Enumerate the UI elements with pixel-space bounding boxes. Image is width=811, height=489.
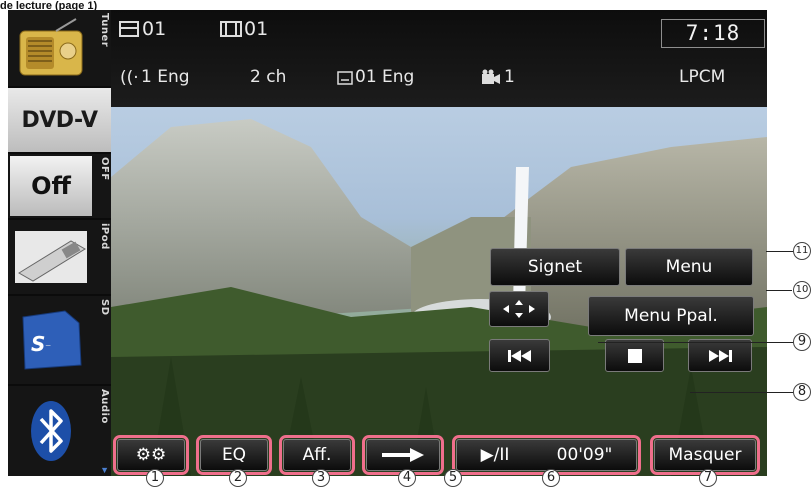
playback-screen: 01 01 7:18 ((· 1 Eng 2 ch 01 Eng 1 LPCM …: [111, 10, 767, 476]
leader-line: [690, 392, 794, 393]
source-label-tuner: Tuner: [99, 13, 110, 48]
title-number: 01: [142, 18, 167, 40]
touch-panel-keys-button[interactable]: [489, 291, 549, 327]
source-dvd[interactable]: DVD-V: [8, 88, 111, 152]
chapter-number: 01: [244, 18, 269, 40]
scroll-down-icon[interactable]: ▼: [100, 465, 109, 475]
hide-button[interactable]: Masquer: [650, 435, 760, 475]
play-pause-button[interactable]: ▶/II 00'09": [452, 435, 641, 475]
previous-button[interactable]: [489, 339, 550, 372]
callout-4: 4: [398, 469, 416, 487]
stop-button[interactable]: [605, 339, 664, 372]
callout-9: 9: [793, 333, 811, 351]
settings-button[interactable]: ⚙⚙: [113, 435, 189, 475]
chapter-icon: [220, 20, 242, 42]
source-label-dvd: DVD-V: [21, 107, 98, 133]
clock: 7:18: [661, 19, 765, 48]
dvd-label-wrap: DVD-V: [10, 90, 109, 150]
leader-line: [598, 342, 794, 343]
play-pause-label: ▶/II: [480, 445, 510, 465]
subtitle-icon: [337, 70, 353, 89]
callout-1: 1: [146, 469, 164, 487]
main-menu-button[interactable]: Menu Ppal.: [588, 296, 754, 336]
callout-2: 2: [229, 469, 247, 487]
signet-button[interactable]: Signet: [490, 248, 620, 286]
gear-icon: ⚙⚙: [135, 445, 167, 465]
arrow-right-icon: [382, 448, 424, 462]
callout-7: 7: [699, 469, 717, 487]
sd-card-icon: S ⁻: [10, 298, 92, 382]
audio-channels: 2 ch: [250, 67, 287, 87]
svg-text:S: S: [31, 332, 45, 356]
ipod-icon: [10, 222, 92, 292]
svg-text:⁻: ⁻: [45, 340, 51, 354]
leader-line: [766, 290, 792, 291]
next-button[interactable]: [688, 339, 752, 372]
source-label-sd: SD: [99, 299, 110, 316]
source-sidebar: Tuner DVD-V Off OFF iPod S ⁻ SD Audio ▼: [8, 10, 111, 476]
source-tuner[interactable]: Tuner: [8, 10, 111, 86]
off-label-wrap: Off: [10, 156, 92, 216]
video-frame[interactable]: [111, 107, 767, 476]
bluetooth-icon: [10, 388, 92, 474]
audio-format: LPCM: [679, 67, 726, 87]
angle-icon: [481, 69, 501, 89]
source-label-audio: Audio: [99, 389, 110, 424]
title-icon: [119, 20, 139, 42]
subtitle-info: 01 Eng: [355, 67, 415, 87]
audio-language: 1 Eng: [141, 67, 190, 87]
menu-button[interactable]: Menu: [625, 248, 753, 286]
source-off-big: Off: [31, 172, 71, 200]
callout-8: 8: [793, 383, 811, 401]
callout-3: 3: [312, 469, 330, 487]
radio-icon: [10, 12, 92, 84]
audio-language-icon: ((·: [120, 68, 139, 88]
angle-number: 1: [504, 67, 515, 87]
next-page-button[interactable]: [362, 435, 444, 475]
callout-11: 11: [793, 242, 811, 260]
callout-5: 5: [444, 469, 462, 487]
display-button[interactable]: Aff.: [279, 435, 355, 475]
source-label-ipod: iPod: [99, 223, 110, 250]
eq-button[interactable]: EQ: [196, 435, 272, 475]
status-bar: 01 01 7:18 ((· 1 Eng 2 ch 01 Eng 1 LPCM: [111, 10, 767, 107]
skip-back-icon: [507, 349, 531, 362]
source-label-off: OFF: [99, 157, 110, 181]
stop-icon: [627, 348, 642, 363]
callout-10: 10: [793, 281, 811, 299]
source-sd[interactable]: S ⁻ SD: [8, 296, 111, 384]
skip-forward-icon: [709, 349, 732, 362]
leader-line: [766, 251, 794, 252]
direction-arrows-icon: [503, 300, 535, 318]
source-bt-audio[interactable]: Audio ▼: [8, 386, 111, 476]
source-off[interactable]: Off OFF: [8, 154, 111, 218]
source-ipod[interactable]: iPod: [8, 220, 111, 294]
elapsed-time: 00'09": [556, 445, 613, 465]
landscape-image: [111, 119, 767, 476]
callout-6: 6: [542, 469, 560, 487]
